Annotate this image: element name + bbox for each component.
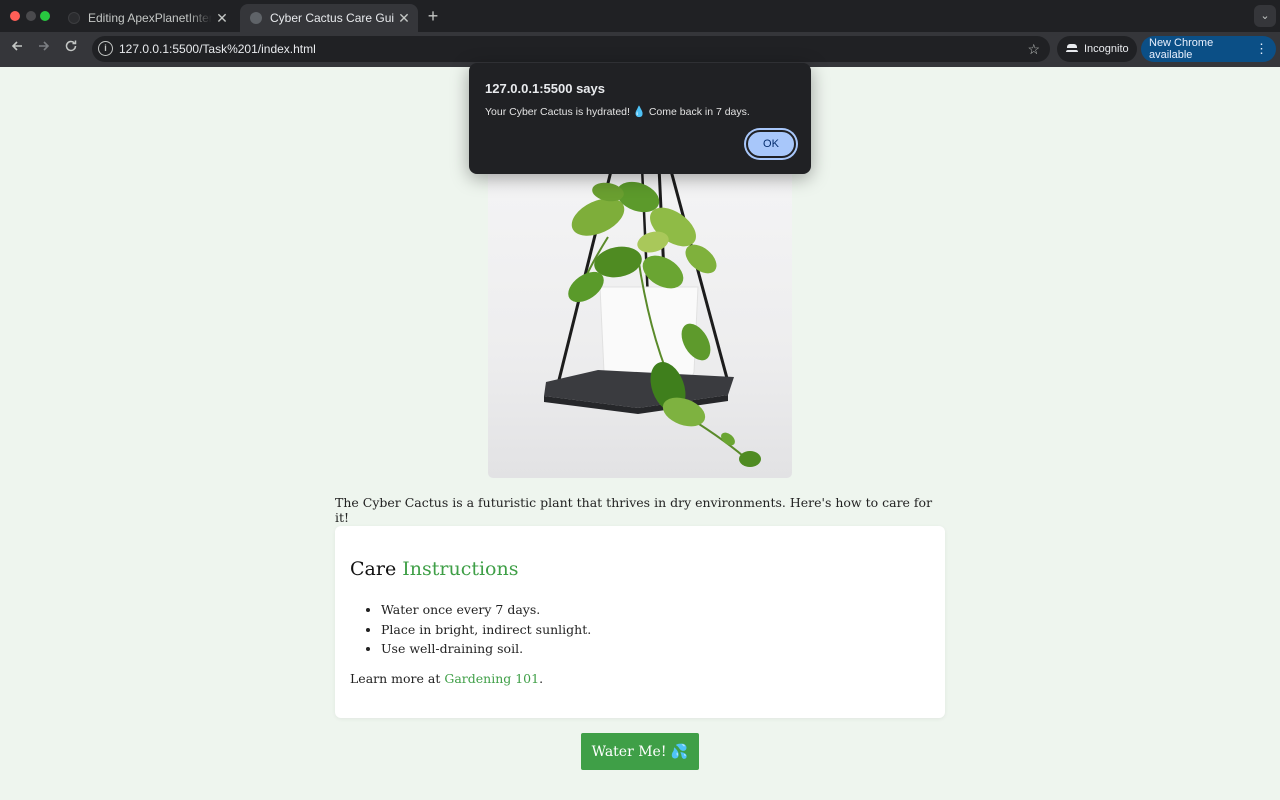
- learn-suffix: .: [539, 671, 544, 686]
- tab-title: Cyber Cactus Care Guide: [270, 11, 394, 25]
- tab-title: Editing ApexPlanetInternship/: [88, 11, 212, 25]
- tab-strip: Editing ApexPlanetInternship/ ✕ Cyber Ca…: [0, 0, 1280, 32]
- alert-dialog: 127.0.0.1:5500 says Your Cyber Cactus is…: [469, 63, 811, 174]
- bookmark-star-icon[interactable]: ☆: [1027, 36, 1040, 62]
- page-content: The Cyber Cactus is a futuristic plant t…: [0, 67, 1280, 800]
- care-card: Care Instructions Water once every 7 day…: [335, 526, 945, 718]
- update-label: New Chrome available: [1149, 37, 1214, 61]
- ok-button[interactable]: OK: [746, 130, 796, 158]
- dialog-title: 127.0.0.1:5500 says: [485, 81, 605, 96]
- tab-close-icon[interactable]: ✕: [212, 10, 232, 27]
- forward-arrow-icon[interactable]: [33, 38, 55, 60]
- intro-text: The Cyber Cactus is a futuristic plant t…: [335, 495, 933, 525]
- tab-close-icon[interactable]: ✕: [394, 10, 414, 27]
- water-me-button[interactable]: Water Me! 💦: [581, 733, 699, 770]
- incognito-label: Incognito: [1084, 43, 1129, 55]
- address-bar[interactable]: i 127.0.0.1:5500/Task%201/index.html ☆: [92, 36, 1050, 62]
- list-item: Place in bright, indirect sunlight.: [381, 620, 591, 640]
- learn-prefix: Learn more at: [350, 671, 441, 686]
- list-item: Use well-draining soil.: [381, 639, 591, 659]
- browser-toolbar: i 127.0.0.1:5500/Task%201/index.html ☆ I…: [0, 32, 1280, 67]
- back-arrow-icon[interactable]: [6, 38, 28, 60]
- tab-editing-repo[interactable]: Editing ApexPlanetInternship/ ✕: [58, 4, 236, 32]
- update-chrome-button[interactable]: New Chrome available ⋮: [1141, 36, 1276, 62]
- kebab-menu-icon[interactable]: ⋮: [1255, 41, 1268, 57]
- list-item: Water once every 7 days.: [381, 600, 591, 620]
- globe-favicon-icon: [250, 12, 262, 24]
- care-heading: Care Instructions: [350, 558, 518, 580]
- reload-icon[interactable]: [60, 38, 82, 60]
- care-heading-part1: Care: [350, 558, 397, 580]
- gardening-101-link[interactable]: Gardening 101: [444, 671, 539, 686]
- tab-search-button[interactable]: ⌄: [1254, 5, 1276, 27]
- incognito-icon: [1066, 44, 1078, 54]
- dialog-message: Your Cyber Cactus is hydrated! 💧 Come ba…: [485, 106, 750, 118]
- new-tab-button[interactable]: +: [424, 5, 442, 27]
- site-info-icon[interactable]: i: [98, 41, 113, 56]
- plant-image: [488, 167, 792, 478]
- close-window-button[interactable]: [10, 11, 20, 21]
- url-text[interactable]: 127.0.0.1:5500/Task%201/index.html: [119, 36, 316, 62]
- incognito-indicator[interactable]: Incognito: [1057, 36, 1137, 62]
- care-heading-part2: Instructions: [402, 558, 519, 580]
- learn-more-text: Learn more at Gardening 101.: [350, 671, 543, 686]
- minimize-window-button[interactable]: [26, 11, 36, 21]
- care-list: Water once every 7 days. Place in bright…: [365, 600, 591, 659]
- tab-cyber-cactus[interactable]: Cyber Cactus Care Guide ✕: [240, 4, 418, 32]
- github-favicon-icon: [68, 12, 80, 24]
- maximize-window-button[interactable]: [40, 11, 50, 21]
